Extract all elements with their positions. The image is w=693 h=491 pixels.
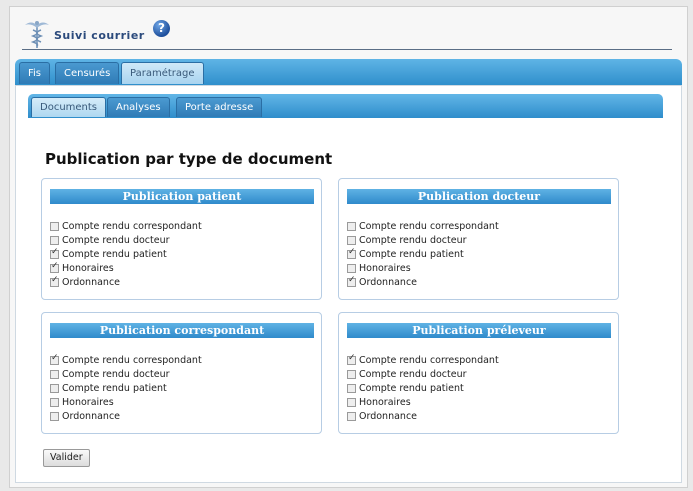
group-publication-preleveur: Publication préleveur Compte rendu corre… — [338, 312, 619, 434]
app-window: Suivi courrier ? Fis Censurés Paramétrag… — [9, 6, 688, 488]
checkbox[interactable] — [50, 369, 59, 379]
option-row[interactable]: Honoraires — [347, 261, 499, 275]
option-row[interactable]: Honoraires — [50, 261, 202, 275]
checkbox[interactable] — [50, 383, 59, 393]
group-publication-patient: Publication patient Compte rendu corresp… — [41, 178, 322, 300]
option-label: Honoraires — [359, 396, 411, 408]
option-row[interactable]: Compte rendu patient — [50, 247, 202, 261]
option-label: Compte rendu docteur — [359, 234, 467, 246]
caduceus-logo-icon — [25, 21, 49, 48]
option-row[interactable]: Compte rendu docteur — [347, 367, 499, 381]
option-label: Compte rendu docteur — [359, 368, 467, 380]
option-row[interactable]: Ordonnance — [347, 409, 499, 423]
tab-fis[interactable]: Fis — [19, 62, 51, 84]
option-row[interactable]: Compte rendu correspondant — [50, 353, 202, 367]
group-title: Publication préleveur — [347, 323, 611, 338]
option-label: Compte rendu correspondant — [359, 220, 499, 232]
option-row[interactable]: Honoraires — [347, 395, 499, 409]
option-row[interactable]: Honoraires — [50, 395, 202, 409]
option-label: Honoraires — [359, 262, 411, 274]
option-row[interactable]: Compte rendu patient — [50, 381, 202, 395]
checkbox[interactable] — [347, 369, 356, 379]
checkbox[interactable] — [347, 275, 356, 287]
tab-documents[interactable]: Documents — [31, 97, 107, 117]
checkbox[interactable] — [347, 383, 356, 393]
checkbox[interactable] — [347, 397, 356, 407]
group-publication-correspondant: Publication correspondant Compte rendu c… — [41, 312, 322, 434]
option-label: Honoraires — [62, 262, 114, 274]
checkbox[interactable] — [347, 411, 356, 421]
option-label: Compte rendu correspondant — [359, 354, 499, 366]
option-label: Compte rendu docteur — [62, 368, 170, 380]
option-row[interactable]: Compte rendu correspondant — [50, 219, 202, 233]
valider-button[interactable]: Valider — [43, 449, 90, 467]
option-label: Compte rendu patient — [62, 382, 167, 394]
option-row[interactable]: Compte rendu docteur — [347, 233, 499, 247]
checkbox[interactable] — [347, 353, 356, 365]
help-icon[interactable]: ? — [153, 20, 170, 37]
checkbox[interactable] — [347, 235, 356, 245]
group-title: Publication correspondant — [50, 323, 314, 338]
app-title: Suivi courrier — [54, 29, 145, 42]
group-title: Publication patient — [50, 189, 314, 204]
main-content: Documents Analyses Porte adresse Publica… — [15, 85, 682, 483]
checkbox[interactable] — [347, 221, 356, 231]
checkbox[interactable] — [50, 397, 59, 407]
option-row[interactable]: Ordonnance — [50, 275, 202, 289]
tab-censures[interactable]: Censurés — [55, 62, 120, 84]
checkbox[interactable] — [50, 411, 59, 421]
option-label: Ordonnance — [62, 410, 121, 422]
option-label: Ordonnance — [359, 276, 418, 288]
option-label: Compte rendu patient — [62, 248, 167, 260]
option-row[interactable]: Compte rendu correspondant — [347, 353, 499, 367]
checkbox[interactable] — [50, 353, 59, 365]
option-label: Compte rendu patient — [359, 382, 464, 394]
option-row[interactable]: Ordonnance — [50, 409, 202, 423]
option-label: Compte rendu correspondant — [62, 354, 202, 366]
checkbox[interactable] — [50, 275, 59, 287]
checkbox[interactable] — [50, 221, 59, 231]
checkbox[interactable] — [347, 263, 356, 273]
main-tab-bar: Fis Censurés Paramétrage — [15, 59, 682, 85]
group-publication-docteur: Publication docteur Compte rendu corresp… — [338, 178, 619, 300]
page-title: Publication par type de document — [45, 150, 333, 168]
option-row[interactable]: Compte rendu correspondant — [347, 219, 499, 233]
tab-parametrage[interactable]: Paramétrage — [121, 62, 204, 84]
option-row[interactable]: Compte rendu patient — [347, 247, 499, 261]
sub-tab-bar: Documents Analyses Porte adresse — [28, 94, 663, 118]
app-header: Suivi courrier ? — [22, 19, 672, 50]
checkbox[interactable] — [50, 247, 59, 259]
checkbox[interactable] — [347, 247, 356, 259]
option-label: Compte rendu patient — [359, 248, 464, 260]
option-label: Ordonnance — [62, 276, 121, 288]
option-label: Compte rendu docteur — [62, 234, 170, 246]
option-row[interactable]: Compte rendu docteur — [50, 367, 202, 381]
group-title: Publication docteur — [347, 189, 611, 204]
tab-analyses[interactable]: Analyses — [107, 97, 170, 117]
option-row[interactable]: Compte rendu docteur — [50, 233, 202, 247]
option-label: Compte rendu correspondant — [62, 220, 202, 232]
checkbox[interactable] — [50, 235, 59, 245]
checkbox[interactable] — [50, 261, 59, 273]
tab-porte-adresse[interactable]: Porte adresse — [176, 97, 263, 117]
option-label: Ordonnance — [359, 410, 418, 422]
option-row[interactable]: Compte rendu patient — [347, 381, 499, 395]
option-label: Honoraires — [62, 396, 114, 408]
option-row[interactable]: Ordonnance — [347, 275, 499, 289]
